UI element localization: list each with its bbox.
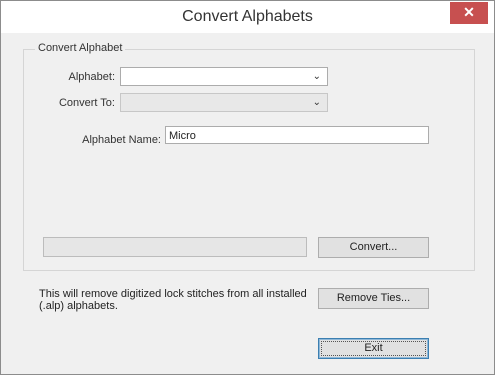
chevron-down-icon: ⌄	[312, 97, 321, 108]
chevron-down-icon: ⌄	[312, 71, 321, 82]
title-bar: Convert Alphabets ✕	[1, 1, 494, 33]
conversion-progress-bar	[43, 237, 307, 257]
dialog-window: Convert Alphabets ✕ Convert Alphabet Alp…	[0, 0, 495, 375]
exit-button[interactable]: Exit	[318, 338, 429, 359]
alphabet-dropdown[interactable]: ⌄	[120, 67, 328, 86]
window-title: Convert Alphabets	[182, 8, 313, 25]
remove-ties-button[interactable]: Remove Ties...	[318, 288, 429, 309]
convert-to-dropdown[interactable]: ⌄	[120, 93, 328, 112]
group-legend: Convert Alphabet	[35, 42, 126, 54]
convert-button[interactable]: Convert...	[318, 237, 429, 258]
close-button[interactable]: ✕	[450, 2, 488, 24]
focus-rectangle	[321, 341, 426, 356]
alphabet-name-input[interactable]: Micro	[165, 126, 429, 144]
info-text: This will remove digitized lock stitches…	[39, 288, 307, 312]
alphabet-name-label: Alphabet Name:	[82, 134, 161, 146]
convert-to-label: Convert To:	[58, 97, 115, 109]
alphabet-label: Alphabet:	[68, 71, 115, 83]
